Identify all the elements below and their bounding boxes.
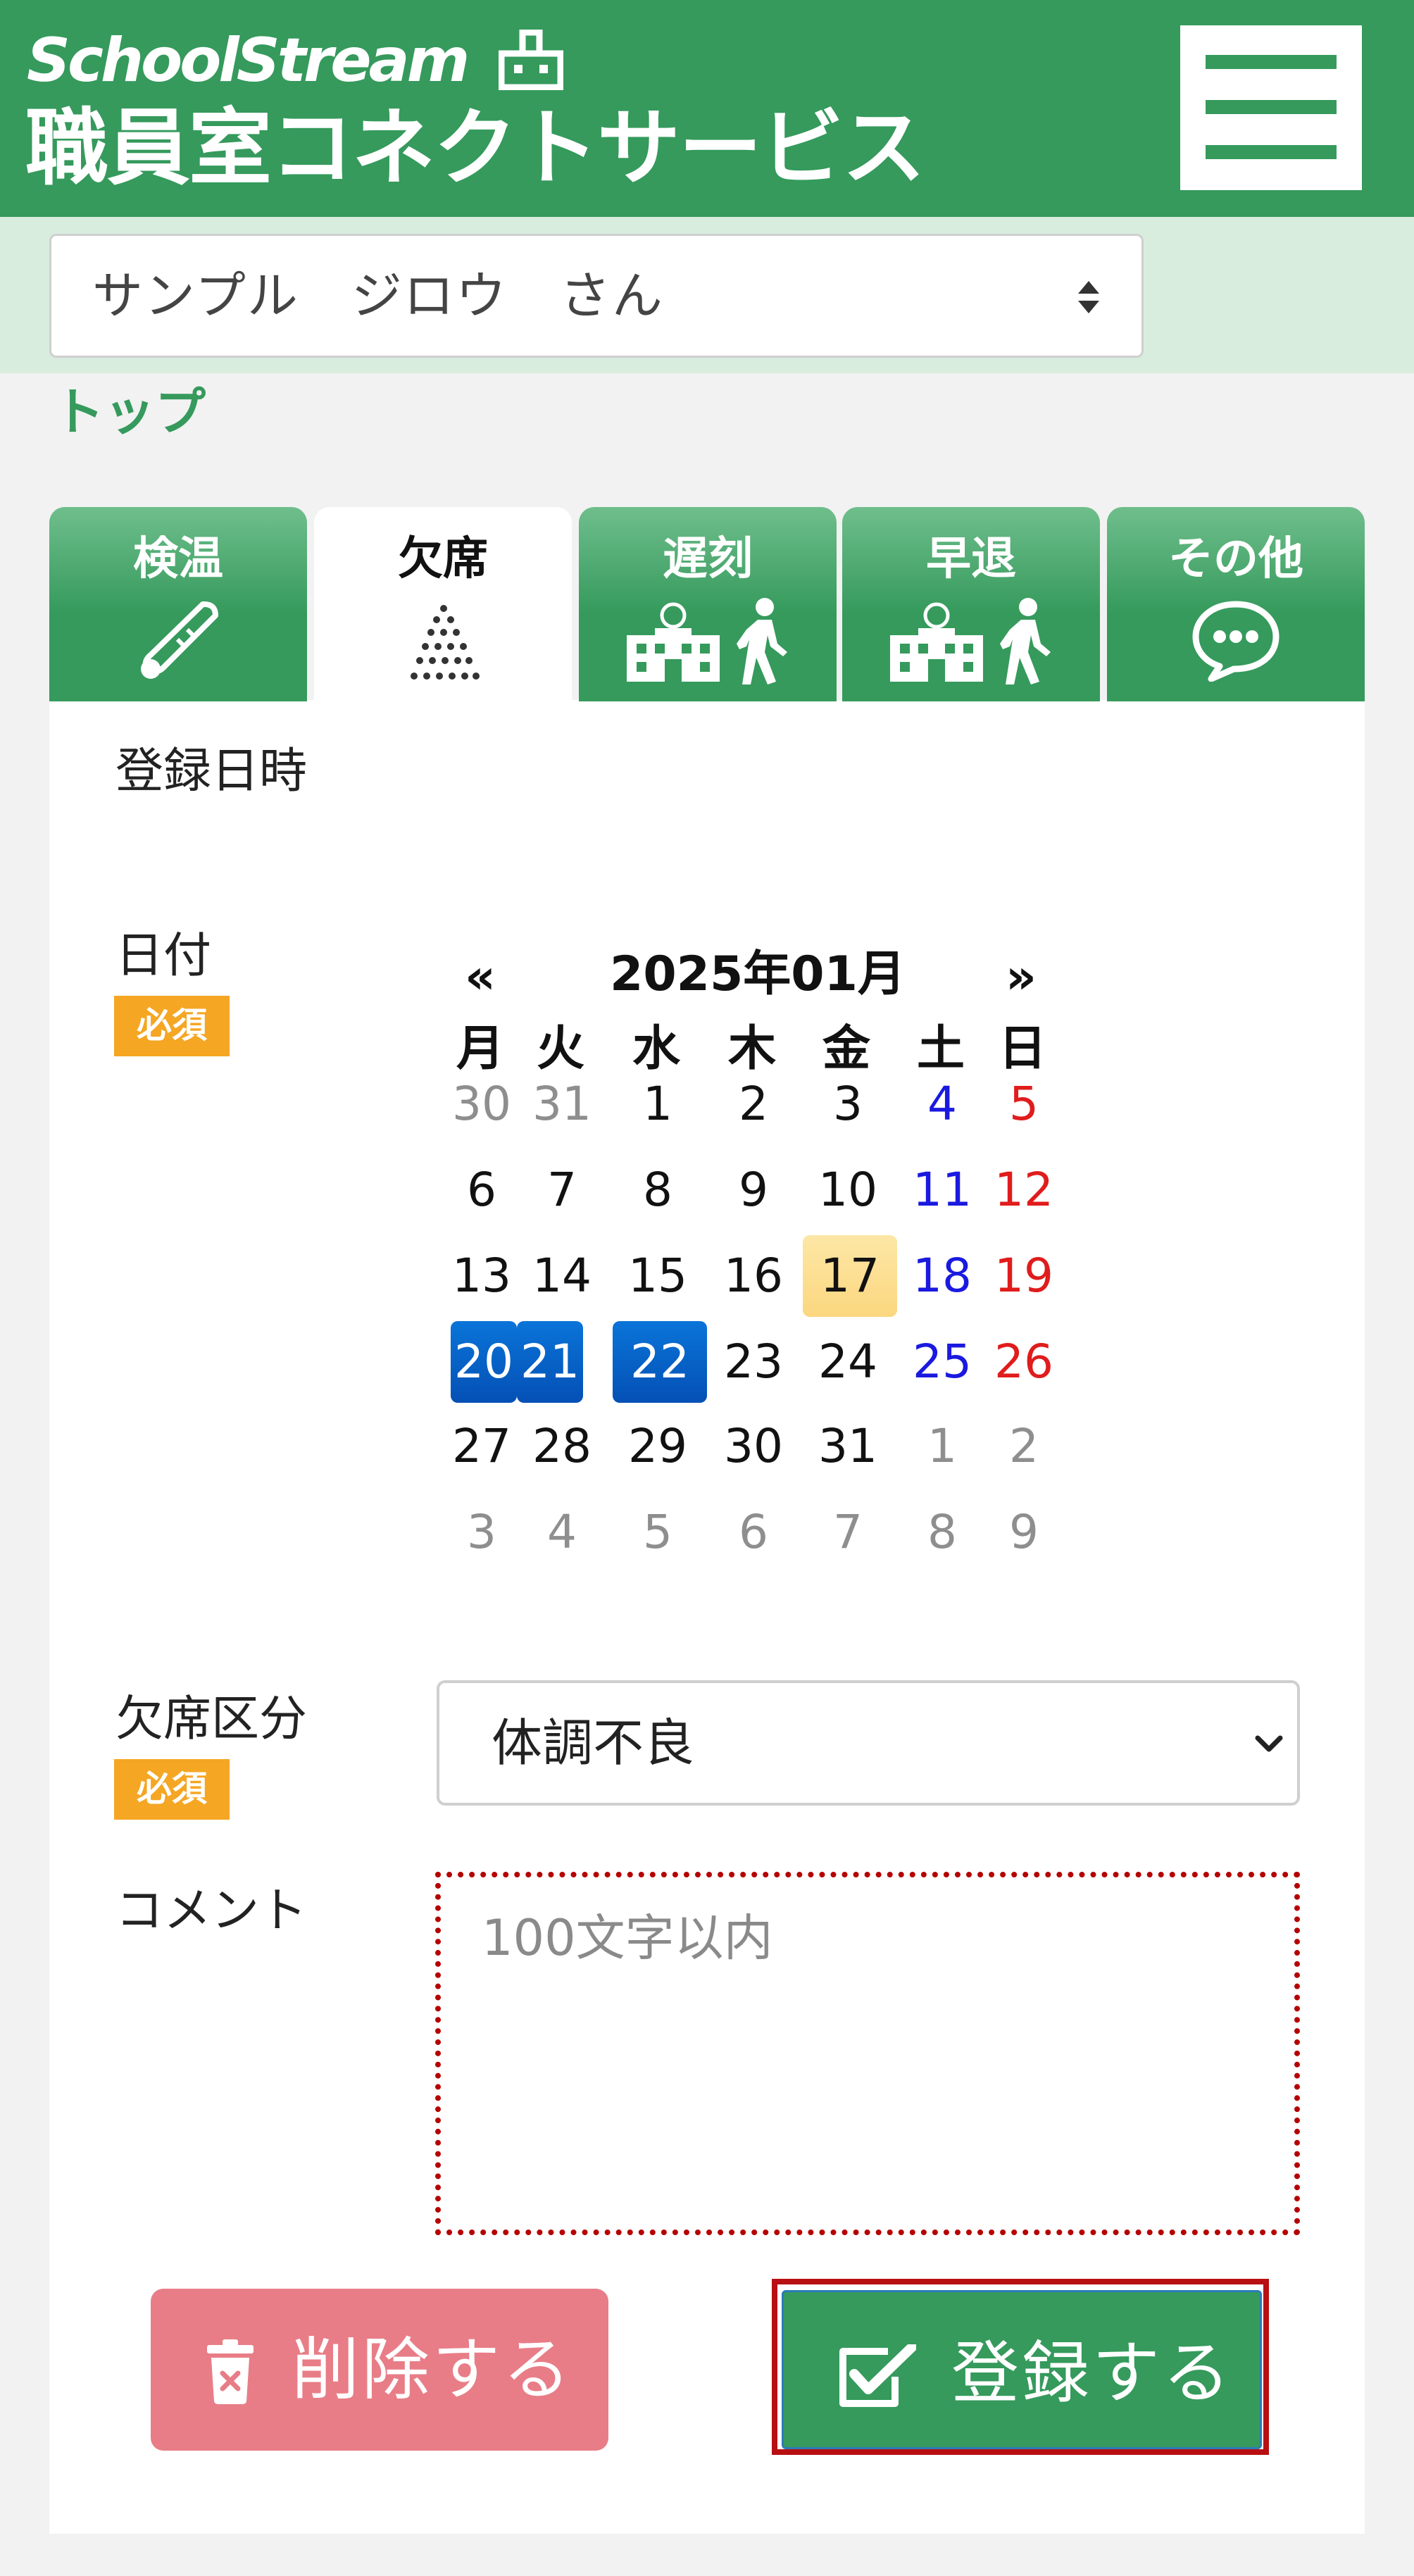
tab-label: 早退 <box>926 533 1016 585</box>
school-walking-icon <box>890 598 1051 684</box>
calendar-day[interactable]: 23 <box>718 1321 789 1403</box>
calendar-day[interactable]: 7 <box>813 1492 883 1573</box>
student-select-value: サンプル ジロウ さん <box>92 266 664 325</box>
calendar-day[interactable]: 1 <box>622 1063 693 1145</box>
checkbox-icon <box>839 2344 916 2407</box>
calendar-day[interactable]: 19 <box>989 1235 1059 1317</box>
date-label: 日付 <box>115 928 212 984</box>
calendar-prev-button[interactable]: « <box>465 948 496 1007</box>
registered-at-label: 登録日時 <box>115 744 308 799</box>
calendar-day[interactable]: 22 <box>613 1321 707 1403</box>
calendar-day[interactable]: 5 <box>622 1492 693 1573</box>
calendar-day[interactable]: 28 <box>527 1406 597 1487</box>
calendar-day[interactable]: 8 <box>622 1149 693 1231</box>
calendar-day[interactable]: 3 <box>446 1492 517 1573</box>
calendar-day[interactable]: 16 <box>718 1235 789 1317</box>
calendar-day[interactable]: 17 <box>803 1235 897 1317</box>
tab-label: その他 <box>1168 533 1303 585</box>
tab-early-leave[interactable]: 早退 <box>842 507 1100 701</box>
comment-placeholder: 100文字以内 <box>482 1909 773 1967</box>
tab-other[interactable]: その他 <box>1107 507 1365 701</box>
tab-label: 遅刻 <box>663 533 753 585</box>
tab-temperature[interactable]: 検温 <box>49 507 307 701</box>
absence-reason-select[interactable]: 体調不良 <box>437 1680 1300 1806</box>
hamburger-menu-button[interactable] <box>1180 25 1362 190</box>
calendar-day[interactable]: 12 <box>989 1149 1059 1231</box>
register-button[interactable]: 登録する <box>782 2290 1262 2449</box>
speech-bubble-icon <box>1192 601 1280 682</box>
calendar-day[interactable]: 6 <box>446 1149 517 1231</box>
calendar-day[interactable]: 3 <box>813 1063 883 1145</box>
calendar-day[interactable]: 8 <box>907 1492 977 1573</box>
comment-textarea[interactable]: 100文字以内 <box>435 1872 1300 2235</box>
thermometer-icon <box>141 601 218 679</box>
hamburger-menu-icon <box>1206 55 1337 69</box>
chevron-down-icon <box>1255 1735 1283 1752</box>
select-arrows-icon <box>1078 281 1099 313</box>
calendar-next-button[interactable]: » <box>1006 948 1037 1007</box>
breadcrumb-top-link[interactable]: トップ <box>54 380 206 444</box>
student-select[interactable]: サンプル ジロウ さん <box>49 234 1144 358</box>
comment-label: コメント <box>115 1883 308 1939</box>
calendar-day[interactable]: 11 <box>907 1149 977 1231</box>
register-button-label: 登録する <box>951 2334 1233 2413</box>
calendar-day[interactable]: 6 <box>718 1492 789 1573</box>
tab-absence[interactable]: 欠席 <box>314 507 572 701</box>
tab-label: 検温 <box>133 533 223 585</box>
tab-late[interactable]: 遅刻 <box>579 507 837 701</box>
calendar-month-title: 2025年01月 <box>610 946 906 1002</box>
calendar-day[interactable]: 27 <box>446 1406 517 1487</box>
required-badge: 必須 <box>114 996 230 1056</box>
logo-title: SchoolStream <box>27 25 470 96</box>
dots-icon <box>411 605 480 680</box>
calendar-day[interactable]: 25 <box>907 1321 977 1403</box>
calendar-day[interactable]: 2 <box>989 1406 1059 1487</box>
school-walking-icon <box>627 598 787 684</box>
calendar-day[interactable]: 21 <box>517 1321 583 1403</box>
reason-label: 欠席区分 <box>115 1692 308 1747</box>
calendar-day[interactable]: 7 <box>527 1149 597 1231</box>
school-building-icon <box>499 30 563 90</box>
delete-button[interactable]: 削除する <box>151 2289 608 2451</box>
calendar-day[interactable]: 1 <box>907 1406 977 1487</box>
calendar-day[interactable]: 18 <box>907 1235 977 1317</box>
calendar-day[interactable]: 24 <box>813 1321 883 1403</box>
calendar-day[interactable]: 30 <box>446 1063 517 1145</box>
required-badge: 必須 <box>114 1759 230 1820</box>
calendar-day[interactable]: 29 <box>622 1406 693 1487</box>
calendar-day[interactable]: 30 <box>718 1406 789 1487</box>
calendar-day[interactable]: 10 <box>813 1149 883 1231</box>
calendar-day[interactable]: 4 <box>527 1492 597 1573</box>
calendar-day[interactable]: 4 <box>907 1063 977 1145</box>
calendar-day[interactable]: 20 <box>451 1321 517 1403</box>
tab-label: 欠席 <box>398 533 488 585</box>
service-name: 職員室コネクトサービス <box>25 99 925 196</box>
calendar-day[interactable]: 2 <box>718 1063 789 1145</box>
calendar-day[interactable]: 5 <box>989 1063 1059 1145</box>
calendar-day[interactable]: 9 <box>989 1492 1059 1573</box>
calendar-day[interactable]: 31 <box>527 1063 597 1145</box>
calendar-day[interactable]: 14 <box>527 1235 597 1317</box>
calendar-day[interactable]: 13 <box>446 1235 517 1317</box>
calendar-day[interactable]: 26 <box>989 1321 1059 1403</box>
app-header: SchoolStream 職員室コネクトサービス <box>0 0 1414 217</box>
delete-button-label: 削除する <box>292 2330 573 2409</box>
absence-reason-value: 体調不良 <box>492 1713 695 1772</box>
trash-icon <box>207 2339 254 2404</box>
calendar-day[interactable]: 9 <box>718 1149 789 1231</box>
calendar-day[interactable]: 15 <box>622 1235 693 1317</box>
calendar-day[interactable]: 31 <box>813 1406 883 1487</box>
